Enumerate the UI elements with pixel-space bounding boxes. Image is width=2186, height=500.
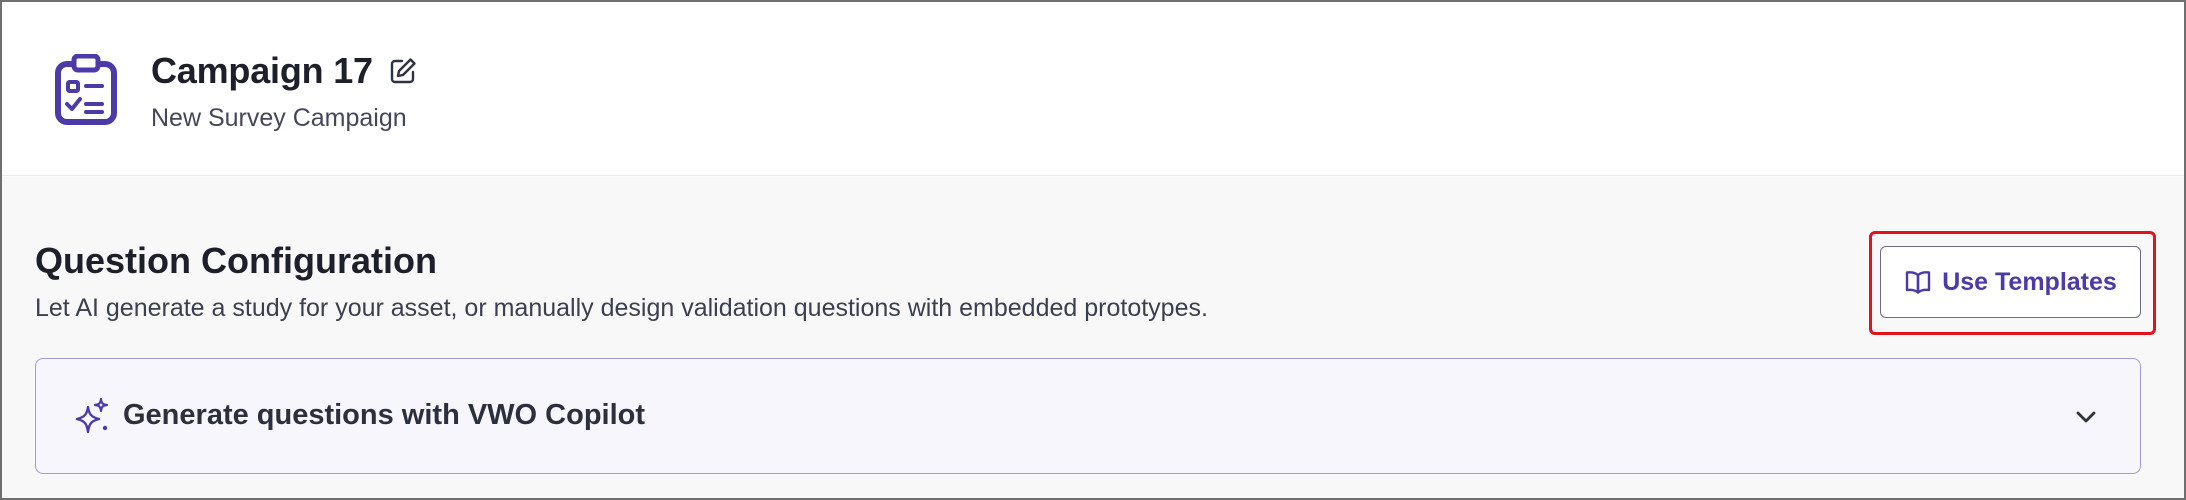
use-templates-label: Use Templates	[1942, 267, 2117, 296]
open-book-icon	[1905, 271, 1931, 294]
clipboard-checklist-icon	[55, 54, 117, 125]
sparkle-icon	[75, 397, 109, 434]
copilot-accordion[interactable]: Generate questions with VWO Copilot	[35, 358, 2141, 474]
pencil-edit-icon[interactable]	[388, 56, 418, 86]
app-window: Campaign 17 New Survey Campaign Question…	[0, 0, 2186, 500]
question-configuration-section: Question Configuration Let AI generate a…	[2, 177, 2184, 498]
section-title: Question Configuration	[35, 240, 437, 281]
copilot-label: Generate questions with VWO Copilot	[123, 399, 646, 431]
use-templates-button[interactable]: Use Templates	[1880, 246, 2141, 318]
campaign-header: Campaign 17 New Survey Campaign	[2, 2, 2184, 176]
campaign-title: Campaign 17	[151, 50, 373, 91]
chevron-down-icon[interactable]	[2072, 403, 2100, 431]
campaign-subtitle: New Survey Campaign	[151, 104, 407, 132]
section-description: Let AI generate a study for your asset, …	[35, 294, 1208, 322]
